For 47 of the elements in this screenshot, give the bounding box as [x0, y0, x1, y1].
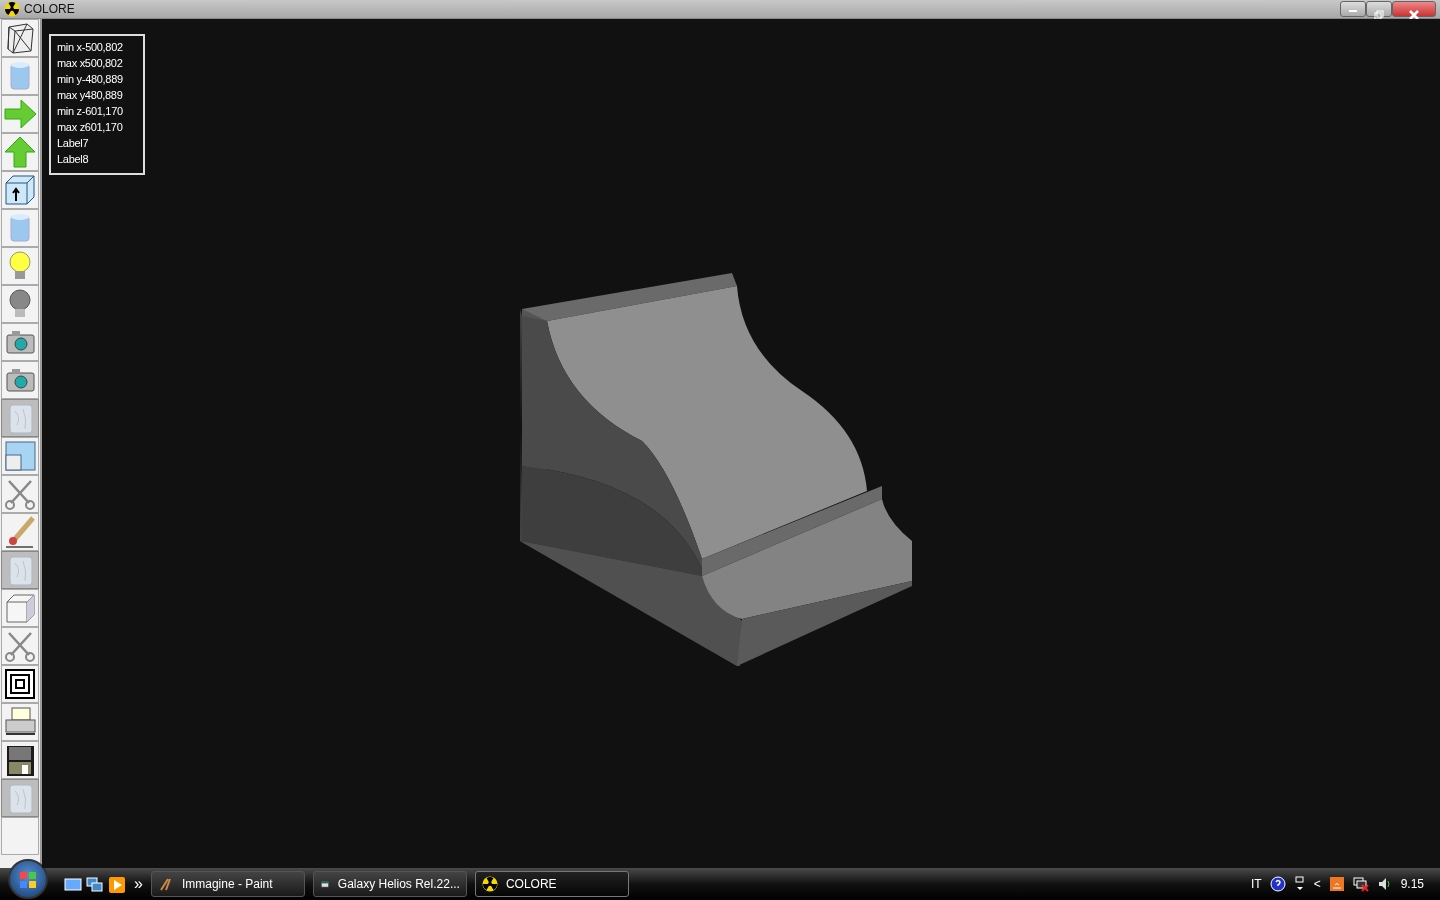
toolbar-button[interactable]	[1, 665, 39, 703]
radiation-icon	[481, 876, 498, 892]
desktop-icon	[64, 875, 82, 894]
window-title: COLORE	[24, 1, 75, 18]
window-icon	[3, 439, 37, 473]
info-label: max z601,170	[57, 120, 124, 135]
help-icon	[1269, 876, 1286, 892]
close-icon	[1408, 9, 1420, 20]
taskbar-button[interactable]: COLORE	[474, 871, 629, 897]
info-label: Label7	[57, 136, 90, 151]
show-hidden-icons-button[interactable]: <	[1313, 875, 1321, 893]
java-icon	[1328, 876, 1345, 892]
network-error-icon	[1352, 876, 1369, 892]
brush-icon	[3, 515, 37, 549]
restore-icon	[1374, 9, 1384, 20]
brush-icon	[157, 876, 174, 892]
cube-icon	[3, 591, 37, 625]
toolbar-button[interactable]	[1, 703, 39, 741]
play-icon	[108, 875, 126, 894]
network-icon	[1293, 876, 1306, 892]
language-indicator[interactable]: IT	[1250, 875, 1262, 893]
restore-button[interactable]	[1366, 1, 1392, 17]
info-label: min y-480,889	[57, 72, 124, 87]
concentric-squares-icon	[3, 667, 37, 701]
taskbar-button[interactable]: Immagine - Paint	[150, 871, 305, 897]
volume-icon	[1376, 876, 1393, 892]
more-button[interactable]: »	[134, 872, 143, 896]
start-button[interactable]	[8, 859, 48, 899]
close-button[interactable]	[1392, 1, 1436, 17]
windows-icon	[86, 875, 104, 894]
toolbar-button[interactable]	[1, 171, 39, 209]
info-label: max y480,889	[57, 88, 124, 103]
box-arrow-icon	[3, 173, 37, 207]
toolbar-button[interactable]	[1, 741, 39, 779]
toolbar-button[interactable]	[1, 19, 39, 57]
clock[interactable]: 9.15	[1400, 875, 1424, 893]
info-label: max x500,802	[57, 56, 124, 71]
arrow-up-icon	[3, 135, 37, 169]
taskbar-button[interactable]: Galaxy Helios Rel.22...	[312, 871, 467, 897]
info-label: min z-601,170	[57, 104, 124, 119]
arrow-right-icon	[3, 97, 37, 131]
info-label: Label8	[57, 152, 90, 167]
minimize-icon	[1349, 10, 1357, 12]
minimize-button[interactable]	[1340, 1, 1366, 17]
windows-logo-icon	[18, 869, 38, 890]
info-label: min x-500,802	[57, 40, 124, 55]
radiation-icon	[4, 1, 20, 17]
